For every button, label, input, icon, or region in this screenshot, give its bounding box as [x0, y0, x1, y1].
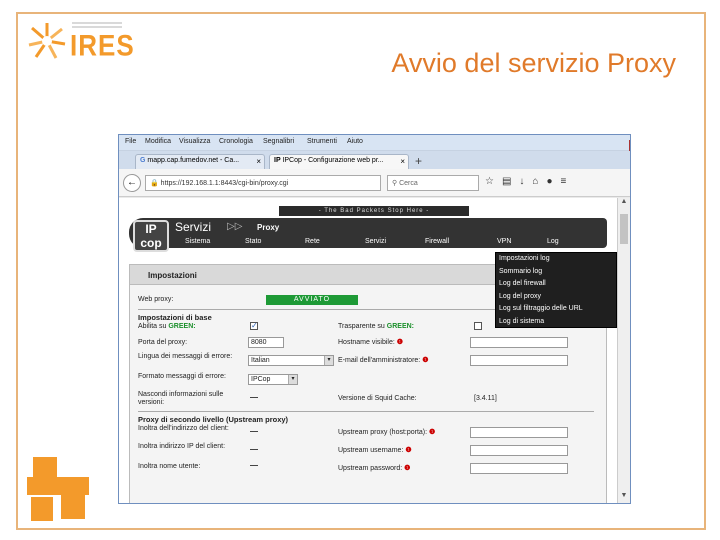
- username-forward-checkbox[interactable]: [250, 465, 258, 466]
- suppress-version-checkbox[interactable]: [250, 397, 258, 398]
- url-field[interactable]: 🔒 https://192.168.1.1:8443/cgi-bin/proxy…: [145, 175, 381, 191]
- chevron-down-icon: ▾: [288, 375, 297, 384]
- upstream-password-input[interactable]: [470, 463, 568, 474]
- error-design-label: Formato messaggi di errore:: [138, 373, 226, 380]
- scroll-down-icon[interactable]: ▼: [618, 492, 630, 503]
- nav-vpn[interactable]: VPN: [497, 238, 511, 245]
- upstream-server-input[interactable]: [470, 427, 568, 438]
- log-menu-item[interactable]: Sommario log: [496, 266, 616, 279]
- home-icon[interactable]: ⌂: [532, 176, 546, 187]
- error-language-select[interactable]: Italian ▾: [248, 355, 334, 366]
- star-icon[interactable]: ☆: [485, 176, 502, 187]
- transparent-label: Trasparente su GREEN:: [338, 323, 415, 330]
- enable-green-checkbox[interactable]: ✓: [250, 322, 258, 330]
- vertical-scrollbar[interactable]: ▲ ▼: [617, 198, 630, 503]
- upstream-server-label: Upstream proxy (host:porta): ❶: [338, 429, 436, 436]
- tab-ipcop[interactable]: IP IPCop - Configurazione web pr... ×: [269, 154, 409, 169]
- menu-strumenti[interactable]: Strumenti: [307, 138, 337, 145]
- menubar: File Modifica Visualizza Cronologia Segn…: [119, 135, 630, 152]
- close-tab-icon[interactable]: ×: [400, 157, 405, 166]
- menu-file[interactable]: File: [125, 138, 136, 145]
- ires-logo: IRES: [26, 20, 136, 64]
- upstream-password-label: Upstream password: ❶: [338, 465, 411, 472]
- nav-firewall[interactable]: Firewall: [425, 238, 449, 245]
- logo-text: IRES: [70, 27, 135, 63]
- toolbar-icons: ☆▤↓⌂●≡: [485, 176, 574, 187]
- menu-cronologia[interactable]: Cronologia: [219, 138, 253, 145]
- tab-label: mapp.cap.fumedov.net - Ca...: [147, 157, 240, 164]
- menu-segnalibri[interactable]: Segnalibri: [263, 138, 294, 145]
- log-menu-item[interactable]: Impostazioni log: [496, 253, 616, 266]
- section-title: Servizi: [175, 220, 212, 234]
- menu-icon[interactable]: ≡: [561, 176, 575, 187]
- search-field[interactable]: ⚲ Cerca: [387, 175, 479, 191]
- suppress-version-label: Nascondi informazioni sulle versioni:: [138, 391, 224, 406]
- menu-visualizza[interactable]: Visualizza: [179, 138, 210, 145]
- download-icon[interactable]: ↓: [519, 176, 532, 187]
- back-arrow-icon[interactable]: ←: [123, 174, 141, 192]
- chat-icon[interactable]: ●: [546, 176, 560, 187]
- tab-strip: G mapp.cap.fumedov.net - Ca... × IP IPCo…: [119, 151, 630, 169]
- reading-list-icon[interactable]: ▤: [502, 176, 519, 187]
- admin-email-input[interactable]: [470, 355, 568, 366]
- lock-icon: 🔒: [150, 180, 161, 187]
- log-menu-item[interactable]: Log del firewall: [496, 278, 616, 291]
- admin-email-label: E-mail dell'amministratore: ❶: [338, 357, 429, 364]
- tab-first[interactable]: G mapp.cap.fumedov.net - Ca... ×: [135, 154, 265, 169]
- client-ip-label: Inoltra indirizzo IP del client:: [138, 443, 226, 450]
- nav-sistema[interactable]: Sistema: [185, 238, 210, 245]
- forward-address-label: Inoltra dell'indirizzo del client:: [138, 425, 229, 432]
- nav-servizi[interactable]: Servizi: [365, 238, 386, 245]
- log-menu-item[interactable]: Log di sistema: [496, 316, 616, 329]
- new-tab-icon[interactable]: +: [415, 154, 422, 168]
- visible-hostname-input[interactable]: [470, 337, 568, 348]
- squid-version-label: Versione di Squid Cache:: [338, 395, 417, 402]
- scroll-thumb[interactable]: [620, 214, 628, 244]
- navigation-bar: ← 🔒 https://192.168.1.1:8443/cgi-bin/pro…: [119, 169, 630, 197]
- visible-hostname-label: Hostname visibile: ❶: [338, 339, 404, 346]
- web-proxy-label: Web proxy:: [138, 296, 174, 303]
- transparent-checkbox[interactable]: [474, 322, 482, 330]
- ipcop-logo: IP cop: [133, 220, 169, 252]
- client-ip-checkbox[interactable]: [250, 449, 258, 450]
- proxy-port-label: Porta del proxy:: [138, 339, 188, 346]
- swirl-logo-icon: [28, 23, 66, 59]
- log-dropdown-menu: Impostazioni log Sommario log Log del fi…: [495, 252, 617, 328]
- slide-title: Avvio del servizio Proxy: [391, 48, 676, 78]
- nav-log[interactable]: Log: [547, 238, 559, 245]
- url-text: https://192.168.1.1:8443/cgi-bin/proxy.c…: [160, 180, 289, 187]
- breadcrumb-proxy: Proxy: [257, 223, 280, 232]
- ipcop-slogan: - The Bad Packets Stop Here -: [279, 206, 469, 216]
- log-menu-item[interactable]: Log del proxy: [496, 291, 616, 304]
- status-badge: AVVIATO: [266, 295, 358, 305]
- enable-green-label: Abilita su GREEN:: [138, 323, 196, 330]
- browser-window: File Modifica Visualizza Cronologia Segn…: [118, 134, 631, 504]
- error-design-select[interactable]: IPCop ▾: [248, 374, 298, 385]
- breadcrumb-arrow-icon: ▷▷: [227, 221, 243, 232]
- scroll-up-icon[interactable]: ▲: [618, 198, 630, 210]
- ipcop-header: - The Bad Packets Stop Here - IP cop Ser…: [129, 206, 607, 252]
- menu-modifica[interactable]: Modifica: [145, 138, 171, 145]
- squid-version-value: [3.4.11]: [474, 395, 497, 402]
- menu-aiuto[interactable]: Aiuto: [347, 138, 363, 145]
- tab-label: IPCop - Configurazione web pr...: [282, 157, 384, 164]
- basic-settings-heading: Impostazioni di base: [138, 313, 212, 322]
- nav-rete[interactable]: Rete: [305, 238, 320, 245]
- upstream-heading: Proxy di secondo livello (Upstream proxy…: [138, 415, 289, 424]
- username-forward-label: Inoltra nome utente:: [138, 463, 201, 470]
- proxy-port-input[interactable]: 8080: [248, 337, 284, 348]
- search-placeholder: Cerca: [399, 180, 418, 187]
- puzzle-decoration: [27, 457, 89, 521]
- log-menu-item[interactable]: Log sul filtraggio delle URL: [496, 303, 616, 316]
- nav-stato[interactable]: Stato: [245, 238, 261, 245]
- upstream-username-label: Upstream username: ❶: [338, 447, 412, 454]
- forward-address-checkbox[interactable]: [250, 431, 258, 432]
- page-content: - The Bad Packets Stop Here - IP cop Ser…: [119, 198, 618, 503]
- divider: [138, 411, 594, 412]
- close-tab-icon[interactable]: ×: [256, 157, 261, 166]
- upstream-username-input[interactable]: [470, 445, 568, 456]
- chevron-down-icon: ▾: [324, 356, 333, 365]
- ipcop-main-menu: Sistema Stato Rete Servizi Firewall VPN …: [185, 238, 605, 248]
- error-language-label: Lingua dei messaggi di errore:: [138, 353, 233, 360]
